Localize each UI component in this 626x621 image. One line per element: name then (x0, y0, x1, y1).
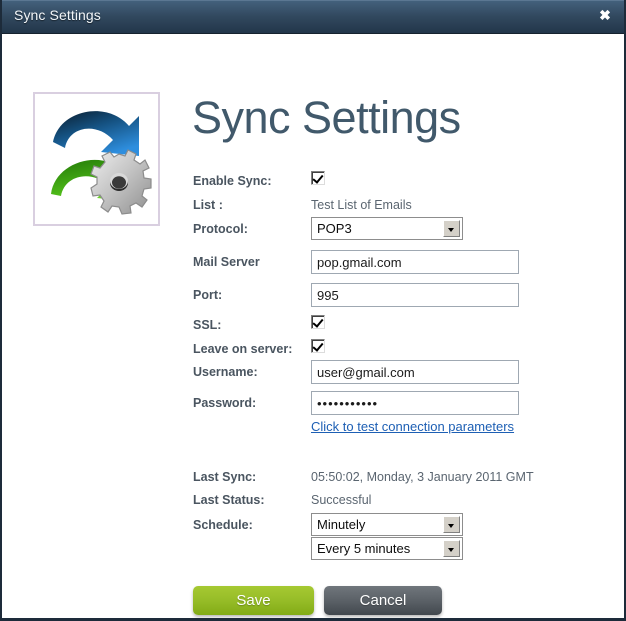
protocol-label: Protocol: (193, 222, 248, 236)
page-title: Sync Settings (192, 92, 461, 143)
sync-settings-logo (33, 92, 160, 226)
port-input[interactable] (311, 283, 519, 307)
leave-on-server-checkbox[interactable] (311, 339, 325, 353)
schedule-interval-select[interactable]: Every 5 minutes (311, 537, 463, 560)
chevron-down-icon[interactable] (443, 540, 460, 557)
enable-sync-checkbox[interactable] (311, 171, 325, 185)
schedule-interval-value: Every 5 minutes (317, 541, 411, 556)
schedule-label: Schedule: (193, 518, 253, 532)
protocol-select-value: POP3 (317, 221, 352, 236)
sync-settings-dialog: Sync Settings ✖ Sync Settings Enable Syn… (0, 0, 626, 621)
save-button[interactable]: Save (193, 586, 314, 615)
last-status-value: Successful (311, 493, 372, 507)
window-titlebar: Sync Settings ✖ (2, 0, 624, 34)
enable-sync-label: Enable Sync: (193, 174, 272, 188)
list-value: Test List of Emails (311, 198, 412, 212)
test-connection-link[interactable]: Click to test connection parameters (311, 419, 514, 434)
port-label: Port: (193, 288, 223, 302)
last-sync-value: 05:50:02, Monday, 3 January 2011 GMT (311, 470, 534, 484)
chevron-down-icon[interactable] (443, 220, 460, 237)
password-label: Password: (193, 396, 257, 410)
password-input[interactable] (311, 391, 519, 415)
dialog-content: Sync Settings Enable Sync: List : Test L… (2, 34, 624, 618)
username-input[interactable] (311, 360, 519, 384)
ssl-checkbox[interactable] (311, 315, 325, 329)
mail-server-label: Mail Server (193, 255, 260, 269)
list-label: List : (193, 198, 223, 212)
close-icon[interactable]: ✖ (595, 5, 615, 25)
protocol-select[interactable]: POP3 (311, 217, 463, 240)
mail-server-input[interactable] (311, 250, 519, 274)
window-title: Sync Settings (14, 7, 101, 23)
username-label: Username: (193, 365, 258, 379)
last-sync-label: Last Sync: (193, 470, 257, 484)
cancel-button[interactable]: Cancel (324, 586, 442, 615)
last-status-label: Last Status: (193, 493, 265, 507)
schedule-frequency-select[interactable]: Minutely (311, 513, 463, 536)
schedule-frequency-value: Minutely (317, 517, 366, 532)
ssl-label: SSL: (193, 318, 222, 332)
leave-on-server-label: Leave on server: (193, 342, 293, 356)
chevron-down-icon[interactable] (443, 516, 460, 533)
